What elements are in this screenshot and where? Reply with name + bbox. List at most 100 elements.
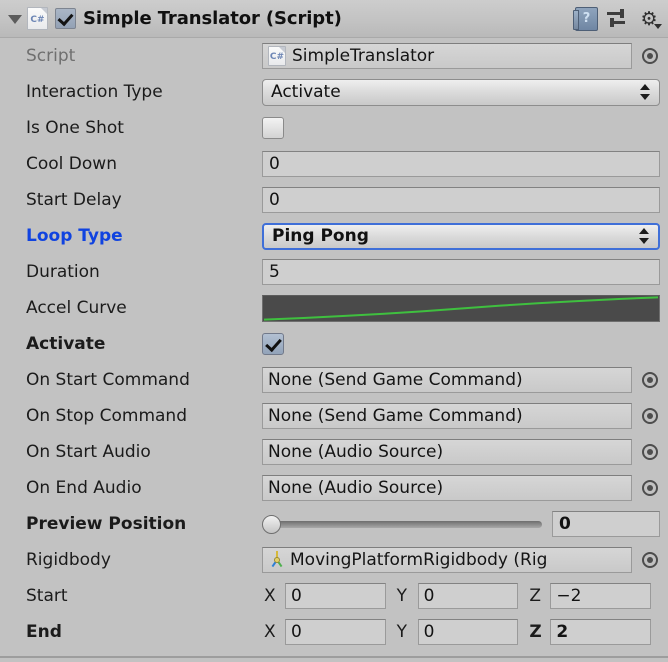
preview-position-input[interactable]: 0 — [552, 511, 660, 537]
component-enabled-checkbox[interactable] — [55, 8, 76, 29]
control-on-start-audio: None (Audio Source) — [262, 439, 668, 465]
end-axis-y-label: Y — [396, 622, 408, 642]
row-preview-position: Preview Position 0 — [0, 506, 668, 542]
control-activate — [262, 333, 668, 355]
row-is-one-shot: Is One Shot — [0, 110, 668, 146]
end-y-input[interactable]: 0 — [417, 619, 519, 645]
row-start-vector: Start X 0 Y 0 Z −2 — [0, 578, 668, 614]
label-loop-type: Loop Type — [26, 226, 123, 246]
control-on-start-command: None (Send Game Command) — [262, 367, 668, 393]
start-y-input[interactable]: 0 — [417, 583, 519, 609]
control-script: C# SimpleTranslator — [262, 43, 668, 69]
loop-type-dropdown[interactable]: Ping Pong — [262, 222, 660, 250]
gear-caret-icon — [654, 23, 662, 29]
is-one-shot-checkbox[interactable] — [262, 117, 284, 139]
label-cool-down: Cool Down — [26, 154, 117, 174]
accel-curve-plot — [263, 296, 659, 321]
on-start-command-picker-icon[interactable] — [642, 372, 658, 388]
activate-checkbox[interactable] — [262, 333, 284, 355]
loop-type-value: Ping Pong — [272, 226, 369, 246]
control-duration: 5 — [262, 259, 668, 285]
on-start-command-object-field[interactable]: None (Send Game Command) — [262, 367, 632, 393]
label-on-stop-command: On Stop Command — [26, 406, 187, 426]
on-start-audio-picker-icon[interactable] — [642, 444, 658, 460]
row-rigidbody: Rigidbody MovingPlatformRigidbody (Rig — [0, 542, 668, 578]
control-start-delay: 0 — [262, 187, 668, 213]
label-on-start-command: On Start Command — [26, 370, 190, 390]
header-icon-group: ? ⚙ — [573, 6, 662, 31]
component-header[interactable]: C# Simple Translator (Script) ? ⚙ — [0, 0, 668, 38]
control-on-end-audio: None (Audio Source) — [262, 475, 668, 501]
on-start-audio-object-field[interactable]: None (Audio Source) — [262, 439, 632, 465]
end-z-input[interactable]: 2 — [550, 619, 652, 645]
rigidbody-picker-icon[interactable] — [642, 552, 658, 568]
control-rigidbody: MovingPlatformRigidbody (Rig — [262, 547, 668, 573]
script-picker-icon[interactable] — [642, 48, 658, 64]
start-x-input[interactable]: 0 — [285, 583, 386, 609]
slider-track[interactable] — [270, 521, 542, 528]
label-interaction-type: Interaction Type — [26, 82, 163, 102]
control-accel-curve — [262, 294, 668, 322]
control-loop-type: Ping Pong — [262, 222, 668, 250]
on-stop-command-picker-icon[interactable] — [642, 408, 658, 424]
on-stop-command-object-field[interactable]: None (Send Game Command) — [262, 403, 632, 429]
label-start: Start — [26, 586, 68, 606]
on-end-audio-picker-icon[interactable] — [642, 480, 658, 496]
end-axis-z-label: Z — [529, 622, 542, 642]
chevron-updown-icon — [639, 227, 650, 245]
rigidbody-value: MovingPlatformRigidbody (Rig — [290, 550, 548, 570]
label-start-delay: Start Delay — [26, 190, 122, 210]
control-end-vector: X 0 Y 0 Z 2 — [262, 619, 668, 645]
control-preview-position: 0 — [262, 511, 668, 537]
row-start-delay: Start Delay 0 — [0, 182, 668, 218]
control-cool-down: 0 — [262, 151, 668, 177]
preview-position-slider[interactable] — [262, 513, 542, 535]
start-axis-z-label: Z — [529, 586, 541, 606]
label-is-one-shot: Is One Shot — [26, 118, 124, 138]
slider-thumb[interactable] — [262, 515, 281, 534]
accel-curve-field[interactable] — [262, 294, 660, 322]
inspector-panel: C# Simple Translator (Script) ? ⚙ Script… — [0, 0, 668, 662]
row-accel-curve: Accel Curve — [0, 290, 668, 326]
row-duration: Duration 5 — [0, 254, 668, 290]
script-field-value: SimpleTranslator — [292, 46, 435, 66]
help-book-icon[interactable]: ? — [573, 6, 598, 31]
rigidbody-object-field[interactable]: MovingPlatformRigidbody (Rig — [262, 547, 632, 573]
row-interaction-type: Interaction Type Activate — [0, 74, 668, 110]
label-on-end-audio: On End Audio — [26, 478, 142, 498]
row-activate: Activate — [0, 326, 668, 362]
chevron-updown-icon — [640, 83, 651, 101]
control-interaction-type: Activate — [262, 78, 668, 106]
row-on-stop-command: On Stop Command None (Send Game Command) — [0, 398, 668, 434]
control-start-vector: X 0 Y 0 Z −2 — [262, 583, 668, 609]
script-field-csharp-icon: C# — [268, 46, 286, 66]
label-preview-position: Preview Position — [26, 514, 187, 534]
cool-down-input[interactable]: 0 — [262, 151, 660, 177]
start-axis-x-label: X — [264, 586, 276, 606]
component-title: Simple Translator (Script) — [83, 8, 342, 29]
end-axis-x-label: X — [264, 622, 276, 642]
start-vector3: X 0 Y 0 Z −2 — [262, 583, 660, 609]
foldout-triangle-icon[interactable] — [6, 10, 24, 28]
label-accel-curve: Accel Curve — [26, 298, 127, 318]
preset-sliders-icon[interactable] — [607, 8, 629, 29]
control-is-one-shot — [262, 117, 668, 139]
row-on-start-command: On Start Command None (Send Game Command… — [0, 362, 668, 398]
start-delay-input[interactable]: 0 — [262, 187, 660, 213]
interaction-type-dropdown[interactable]: Activate — [262, 78, 660, 106]
gear-icon[interactable]: ⚙ — [638, 8, 662, 30]
bottom-divider — [0, 656, 668, 658]
end-x-input[interactable]: 0 — [285, 619, 386, 645]
on-end-audio-object-field[interactable]: None (Audio Source) — [262, 475, 632, 501]
duration-input[interactable]: 5 — [262, 259, 660, 285]
label-on-start-audio: On Start Audio — [26, 442, 151, 462]
row-script: Script C# SimpleTranslator — [0, 38, 668, 74]
rigidbody-gizmo-icon — [268, 551, 286, 569]
start-z-input[interactable]: −2 — [550, 583, 652, 609]
start-axis-y-label: Y — [396, 586, 408, 606]
end-vector3: X 0 Y 0 Z 2 — [262, 619, 660, 645]
row-loop-type: Loop Type Ping Pong — [0, 218, 668, 254]
csharp-script-icon: C# — [27, 7, 48, 30]
label-activate: Activate — [26, 334, 106, 354]
control-on-stop-command: None (Send Game Command) — [262, 403, 668, 429]
